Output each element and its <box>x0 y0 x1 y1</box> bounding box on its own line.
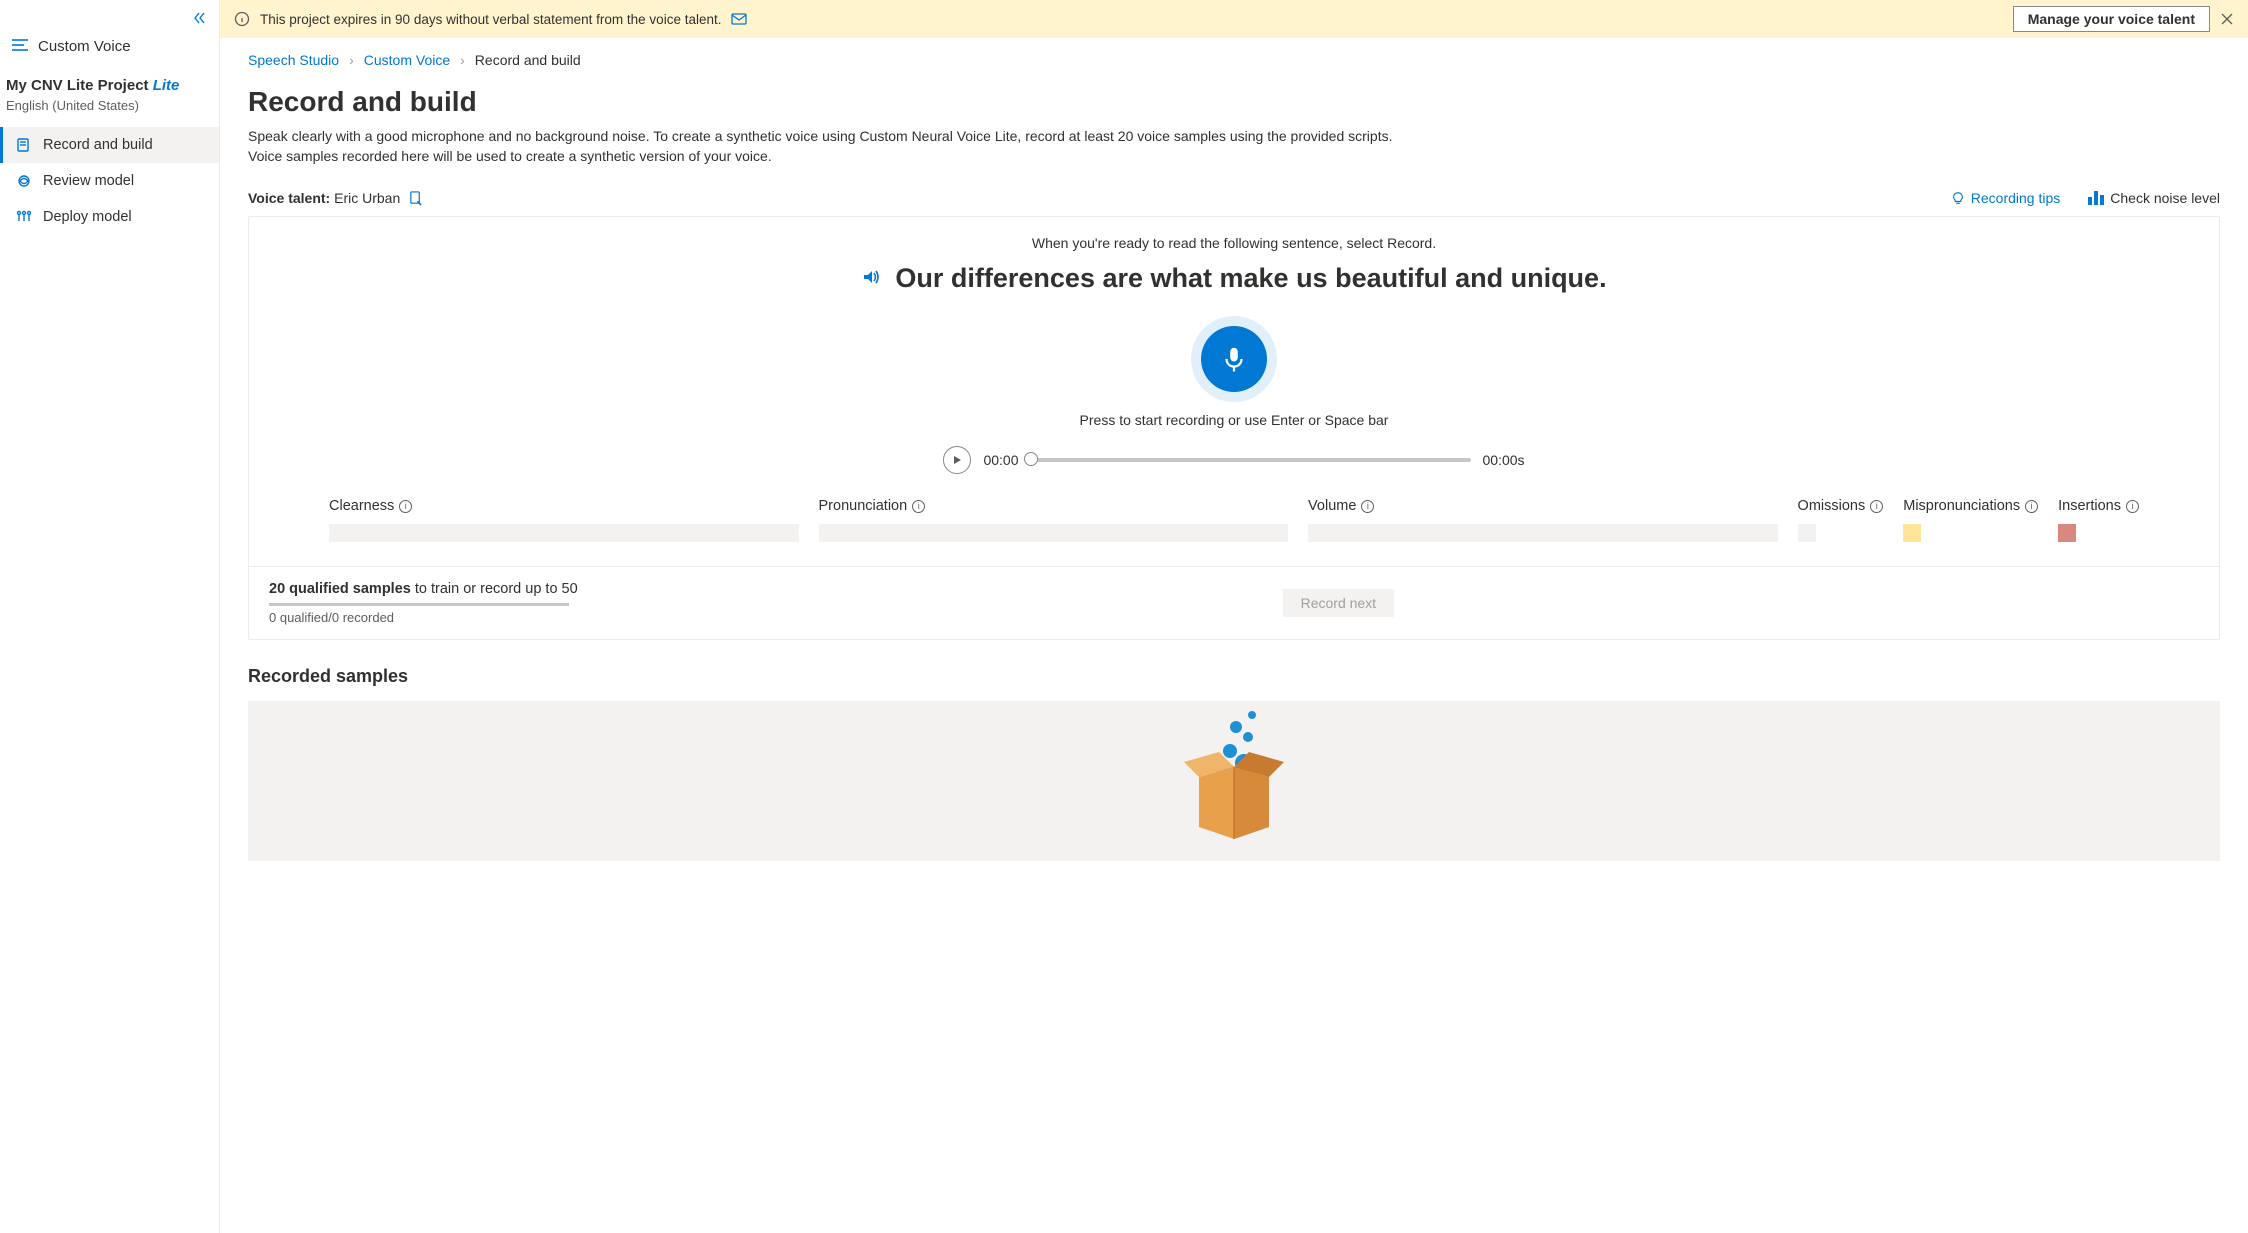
info-icon[interactable]: i <box>2126 500 2139 513</box>
slider-thumb[interactable] <box>1024 452 1038 466</box>
player: 00:00 00:00s <box>309 446 2159 474</box>
project-badge: Lite <box>153 77 180 94</box>
card-footer: 20 qualified samples to train or record … <box>249 566 2219 639</box>
project-language: English (United States) <box>6 98 213 113</box>
metric-insertions: Insertions i <box>2058 498 2139 542</box>
info-icon[interactable]: i <box>912 500 925 513</box>
voice-talent-label: Voice talent: <box>248 190 330 206</box>
sidebar: Custom Voice My CNV Lite Project Lite En… <box>0 0 220 1233</box>
record-instruction: When you're ready to read the following … <box>309 235 2159 251</box>
metric-bar <box>819 524 1289 542</box>
microphone-icon <box>1201 326 1267 392</box>
chevron-right-icon: › <box>460 52 465 68</box>
time-current: 00:00 <box>983 452 1018 468</box>
play-icon <box>952 455 962 465</box>
metric-bar <box>1308 524 1778 542</box>
metric-omissions: Omissions i <box>1798 498 1884 542</box>
nav-list: Record and build Review model Deploy mod… <box>0 127 219 235</box>
mail-icon[interactable] <box>731 13 747 25</box>
sidebar-item-label: Record and build <box>43 137 153 153</box>
menu-icon <box>12 38 28 55</box>
metric-chip <box>1798 524 1816 542</box>
voice-talent-name: Eric Urban <box>334 190 400 206</box>
lightbulb-icon <box>1951 191 1965 205</box>
speaker-icon[interactable] <box>861 267 881 290</box>
deploy-icon <box>15 209 33 225</box>
metric-chip <box>1903 524 1921 542</box>
record-button[interactable] <box>1191 316 1277 402</box>
play-button[interactable] <box>943 446 971 474</box>
metric-clearness: Clearness i <box>329 498 799 542</box>
sentence-text: Our differences are what make us beautif… <box>895 263 1606 294</box>
sidebar-item-review-model[interactable]: Review model <box>0 163 219 199</box>
check-noise-label: Check noise level <box>2110 190 2220 206</box>
record-card: When you're ready to read the following … <box>248 216 2220 640</box>
project-block: My CNV Lite Project Lite English (United… <box>0 73 219 127</box>
metric-label: Clearness <box>329 498 394 514</box>
voice-talent-row: Voice talent: Eric Urban Recording tips … <box>248 190 2220 206</box>
metric-label: Mispronunciations <box>1903 498 2020 514</box>
banner-text: This project expires in 90 days without … <box>260 12 721 27</box>
samples-target: 20 qualified samples <box>269 581 411 597</box>
metric-chip <box>2058 524 2076 542</box>
sidebar-item-label: Review model <box>43 173 134 189</box>
page-description: Speak clearly with a good microphone and… <box>248 126 1428 166</box>
record-next-button[interactable]: Record next <box>1283 589 1394 617</box>
playback-slider[interactable] <box>1031 458 1471 462</box>
breadcrumb-custom-voice[interactable]: Custom Voice <box>364 52 450 68</box>
close-banner-icon[interactable] <box>2220 12 2234 26</box>
breadcrumb-current: Record and build <box>475 52 581 68</box>
samples-count: 0 qualified/0 recorded <box>269 610 578 625</box>
metric-label: Insertions <box>2058 498 2121 514</box>
info-icon[interactable]: i <box>2025 500 2038 513</box>
record-icon <box>15 137 33 153</box>
samples-progress <box>269 603 569 606</box>
breadcrumb-speech-studio[interactable]: Speech Studio <box>248 52 339 68</box>
metric-bar <box>329 524 799 542</box>
metric-mispronunciations: Mispronunciations i <box>1903 498 2038 542</box>
metric-label: Pronunciation <box>819 498 908 514</box>
product-name: Custom Voice <box>38 38 131 55</box>
metric-label: Omissions <box>1798 498 1866 514</box>
content: Speech Studio › Custom Voice › Record an… <box>220 38 2248 1233</box>
notification-banner: This project expires in 90 days without … <box>220 0 2248 38</box>
main: This project expires in 90 days without … <box>220 0 2248 1233</box>
empty-box-illustration <box>1174 707 1294 847</box>
metric-volume: Volumei <box>1308 498 1778 542</box>
project-name: My CNV Lite Project <box>6 77 149 94</box>
info-icon[interactable]: i <box>1870 500 1883 513</box>
check-noise-level-link[interactable]: Check noise level <box>2088 190 2220 206</box>
sidebar-item-record-build[interactable]: Record and build <box>0 127 219 163</box>
sidebar-item-deploy-model[interactable]: Deploy model <box>0 199 219 235</box>
info-icon[interactable]: i <box>399 500 412 513</box>
recording-tips-link[interactable]: Recording tips <box>1951 190 2061 206</box>
info-icon[interactable]: i <box>1361 500 1374 513</box>
record-hint: Press to start recording or use Enter or… <box>309 412 2159 428</box>
sidebar-collapse[interactable] <box>0 0 219 32</box>
document-icon[interactable] <box>408 191 423 206</box>
info-icon <box>234 11 250 27</box>
review-icon <box>15 173 33 189</box>
samples-hint: to train or record up to 50 <box>411 581 578 597</box>
chevron-double-left-icon <box>191 10 207 26</box>
product-title: Custom Voice <box>0 32 219 73</box>
sidebar-item-label: Deploy model <box>43 209 132 225</box>
recorded-samples-empty <box>248 701 2220 861</box>
time-total: 00:00s <box>1483 452 1525 468</box>
breadcrumb: Speech Studio › Custom Voice › Record an… <box>248 38 2220 76</box>
metric-pronunciation: Pronunciation i <box>819 498 1289 542</box>
metric-label: Volume <box>1308 498 1356 514</box>
metrics: Clearnessi Pronunciationi Volumei O <box>309 498 2159 542</box>
bars-icon <box>2088 191 2104 205</box>
recording-tips-label: Recording tips <box>1971 190 2061 206</box>
chevron-right-icon: › <box>349 52 354 68</box>
page-title: Record and build <box>248 86 2220 118</box>
recorded-samples-title: Recorded samples <box>248 666 2220 687</box>
manage-voice-talent-button[interactable]: Manage your voice talent <box>2013 6 2210 32</box>
